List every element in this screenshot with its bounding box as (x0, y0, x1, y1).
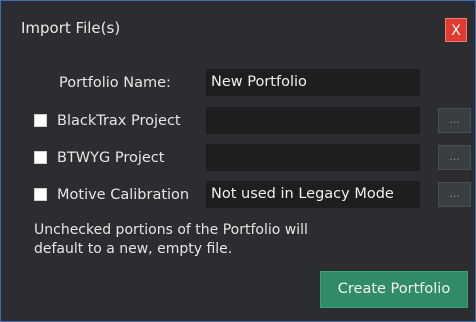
btwyg-project-checkbox[interactable] (34, 151, 47, 164)
close-button[interactable]: X (445, 18, 467, 42)
motive-calibration-row: Motive Calibration Not used in Legacy Mo… (1, 181, 475, 209)
motive-browse-button[interactable]: ... (438, 182, 471, 207)
ellipsis-icon: ... (449, 150, 460, 163)
portfolio-name-input[interactable]: New Portfolio (206, 69, 420, 96)
ellipsis-icon: ... (449, 113, 460, 126)
blacktrax-project-checkbox[interactable] (34, 114, 47, 127)
title-bar: Import File(s) X (1, 1, 475, 59)
btwyg-browse-button[interactable]: ... (438, 145, 471, 170)
portfolio-name-row: Portfolio Name: New Portfolio (1, 69, 475, 97)
create-portfolio-button[interactable]: Create Portfolio (320, 271, 468, 308)
btwyg-project-path-field[interactable] (206, 144, 420, 171)
info-text: Unchecked portions of the Portfolio will… (34, 222, 308, 257)
portfolio-name-label: Portfolio Name: (59, 75, 171, 91)
blacktrax-browse-button[interactable]: ... (438, 108, 471, 133)
ellipsis-icon: ... (449, 187, 460, 200)
motive-calibration-checkbox[interactable] (34, 188, 47, 201)
blacktrax-project-path-field[interactable] (206, 107, 420, 134)
close-icon: X (451, 23, 461, 39)
btwyg-project-label: BTWYG Project (57, 150, 165, 166)
motive-calibration-label: Motive Calibration (57, 187, 190, 203)
motive-calibration-path-field[interactable]: Not used in Legacy Mode (206, 181, 420, 208)
dialog-title: Import File(s) (21, 19, 121, 37)
import-files-dialog: Import File(s) X Portfolio Name: New Por… (0, 0, 476, 322)
btwyg-project-row: BTWYG Project ... (1, 144, 475, 172)
blacktrax-project-label: BlackTrax Project (57, 113, 181, 129)
blacktrax-project-row: BlackTrax Project ... (1, 107, 475, 135)
